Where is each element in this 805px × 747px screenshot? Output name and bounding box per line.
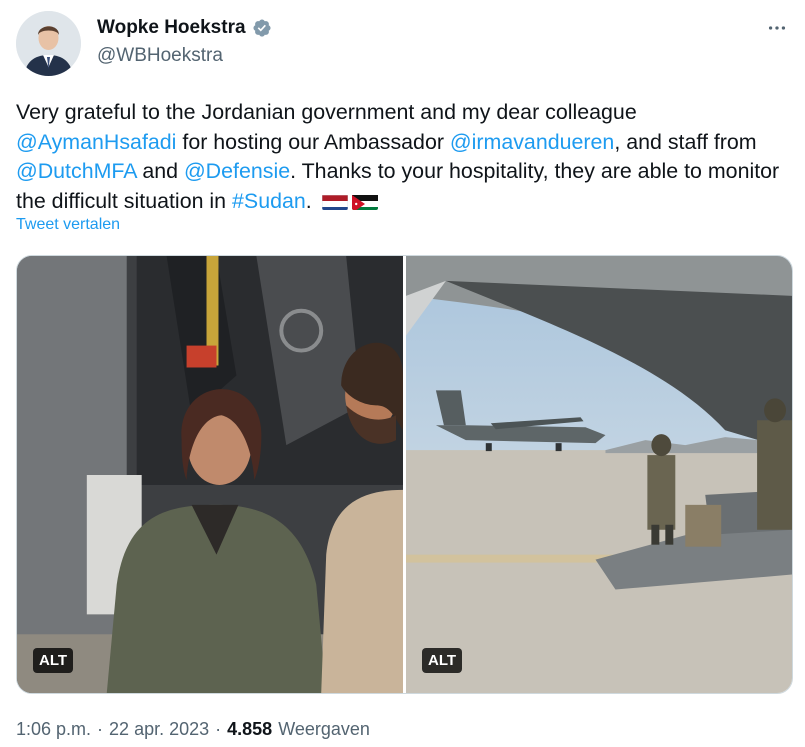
photo-right[interactable]: ALT	[406, 256, 792, 693]
tweet-text-part: and	[136, 159, 184, 183]
translate-tweet-link[interactable]: Tweet vertalen	[16, 216, 120, 234]
tweet-text-part: , and staff from	[614, 129, 757, 154]
author-display-name[interactable]: Wopke Hoekstra	[97, 17, 246, 39]
hashtag-link[interactable]: #Sudan	[232, 189, 306, 213]
mention-link[interactable]: @DutchMFA	[16, 159, 136, 183]
meta-separator: ·	[215, 719, 222, 739]
alt-text-badge[interactable]: ALT	[422, 648, 463, 673]
photo-aircraft-ramp	[406, 256, 792, 693]
alt-text-badge[interactable]: ALT	[33, 648, 74, 673]
photo-women-in-aircraft	[17, 256, 403, 693]
tweet-meta: 1:06 p.m. · 22 apr. 2023 · 4.858 Weergav…	[16, 719, 370, 740]
profile-photo	[16, 11, 81, 76]
avatar[interactable]	[16, 11, 81, 76]
author-handle[interactable]: @WBHoekstra	[97, 45, 223, 67]
media-grid: ALT ALT	[16, 255, 793, 694]
views-label: Weergaven	[278, 719, 370, 739]
tweet-text-part: Very grateful to the Jordanian governmen…	[16, 100, 637, 124]
mention-link[interactable]: @Defensie	[184, 159, 290, 183]
tweet-text-part: for hosting our Ambassador	[176, 129, 450, 154]
tweet-date[interactable]: 22 apr. 2023	[109, 719, 209, 740]
jordan-flag	[351, 192, 378, 210]
verified-badge-icon[interactable]	[252, 18, 272, 38]
views-count: 4.858	[227, 719, 273, 739]
tweet-text-part: .	[305, 188, 318, 213]
tweet-time[interactable]: 1:06 p.m.	[16, 719, 91, 740]
photo-left[interactable]: ALT	[17, 256, 403, 693]
tweet-text: Very grateful to the Jordanian governmen…	[16, 98, 796, 216]
meta-separator: ·	[97, 719, 104, 739]
mention-link[interactable]: @irmavandueren	[450, 130, 614, 154]
netherlands-flag	[321, 192, 348, 210]
more-options-icon[interactable]	[763, 14, 791, 42]
mention-link[interactable]: @AymanHsafadi	[16, 130, 176, 154]
